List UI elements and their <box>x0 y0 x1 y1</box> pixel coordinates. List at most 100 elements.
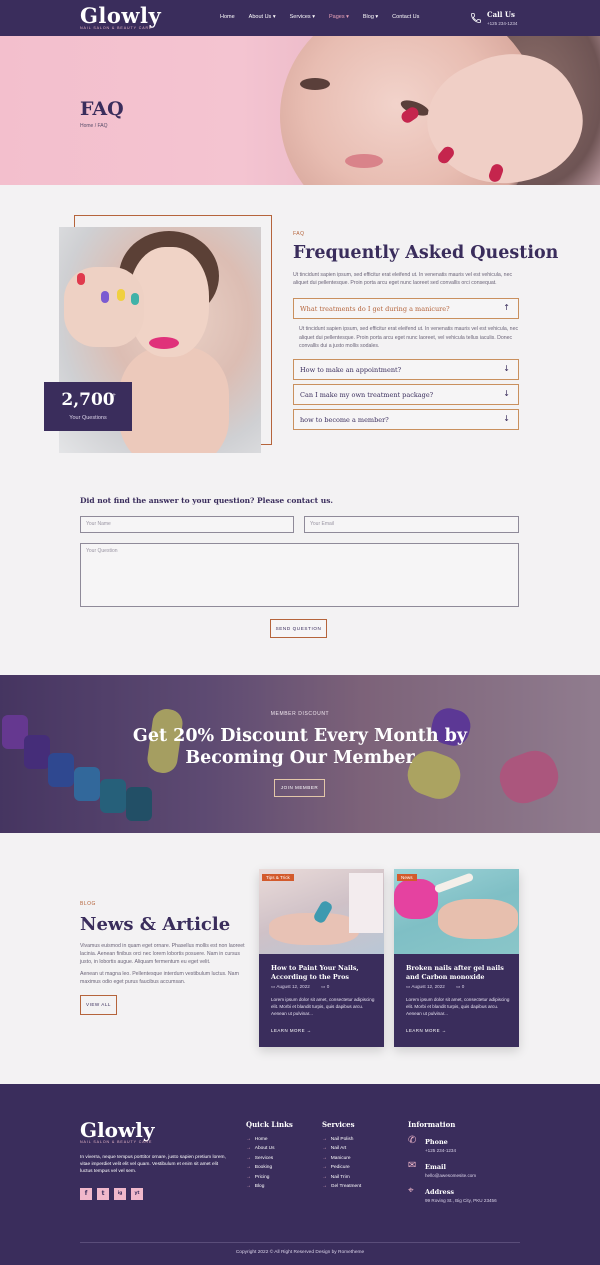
article-image <box>259 869 384 954</box>
breadcrumb[interactable]: Home / FAQ <box>80 123 108 129</box>
arrow-up-icon: ↑ <box>503 303 510 312</box>
join-member-button[interactable]: JOIN MEMBER <box>274 779 325 797</box>
article-title[interactable]: How to Paint Your Nails, According to th… <box>271 964 379 981</box>
learn-more-link[interactable]: LEARN MORE → <box>406 1028 447 1033</box>
comment-count: 0 <box>326 984 330 989</box>
email-label: Email <box>425 1163 446 1171</box>
model-nail <box>77 273 85 285</box>
email-value[interactable]: hello@awesomesite.com <box>425 1173 476 1178</box>
model-nail <box>131 293 139 305</box>
article-card[interactable]: News Broken nails after gel nails and Ca… <box>394 869 519 1047</box>
article-meta: ▭ August 12, 2022 ▭ 0 <box>406 984 464 990</box>
category-badge[interactable]: Tips & Trick <box>262 874 294 881</box>
quick-links-list: Home About Us Services Booking Pricing B… <box>246 1135 275 1191</box>
twitter-icon[interactable]: t <box>97 1188 109 1200</box>
instagram-icon[interactable]: ig <box>114 1188 126 1200</box>
call-number: +125 234-1234 <box>487 21 518 26</box>
logo-tagline: NAIL SALON & BEAUTY CARE <box>80 26 153 30</box>
nav-contact[interactable]: Contact Us <box>392 14 419 20</box>
footer-link-booking[interactable]: Booking <box>246 1163 275 1172</box>
faq-intro: Ut tincidunt sapien ipsum, sed efficitur… <box>293 272 513 286</box>
nav-about[interactable]: About Us ▾ <box>249 14 276 20</box>
location-icon: ⌖ <box>408 1185 414 1196</box>
apron-shape <box>349 873 383 933</box>
footer-service[interactable]: Nail Polish <box>322 1135 361 1144</box>
services-title: Services <box>322 1120 355 1129</box>
article-excerpt: Lorem ipsum dolor sit amet, consectetur … <box>271 997 375 1016</box>
name-field[interactable]: Your Name <box>80 516 294 533</box>
model-nail <box>101 291 109 303</box>
footer-link-blog[interactable]: Blog <box>246 1182 275 1191</box>
member-discount-banner: MEMBER DISCOUNT Get 20% Discount Every M… <box>0 675 600 833</box>
view-all-button[interactable]: VIEW ALL <box>80 995 117 1015</box>
counter-value: 2,700 <box>61 390 115 410</box>
promo-title-line: Get 20% Discount Every Month by <box>132 726 468 746</box>
email-icon: ✉ <box>408 1160 417 1171</box>
site-header: Glowly NAIL SALON & BEAUTY CARE Home Abo… <box>0 0 600 36</box>
counter-plus: + <box>112 391 116 399</box>
footer-service[interactable]: Nail Trim <box>322 1173 361 1182</box>
footer-service[interactable]: Gel Treatment <box>322 1182 361 1191</box>
youtube-icon[interactable]: yt <box>131 1188 143 1200</box>
hero-eye <box>300 78 330 90</box>
comment-count: 0 <box>461 984 465 989</box>
footer-link-services[interactable]: Services <box>246 1154 275 1163</box>
copyright: Copyright 2022 © All Right Reserved Desi… <box>235 1250 365 1255</box>
calendar-icon: ▭ <box>271 984 276 989</box>
nav-services[interactable]: Services ▾ <box>290 14 315 20</box>
footer-logo-tagline: NAIL SALON & BEAUTY CARE <box>80 1140 153 1144</box>
email-field[interactable]: Your Email <box>304 516 519 533</box>
footer-service[interactable]: Nail Art <box>322 1144 361 1153</box>
category-badge[interactable]: News <box>397 874 417 881</box>
logo[interactable]: Glowly <box>80 3 161 28</box>
footer-link-pricing[interactable]: Pricing <box>246 1173 275 1182</box>
facebook-icon[interactable]: f <box>80 1188 92 1200</box>
faq-question: how to become a member? <box>300 416 389 424</box>
learn-more-link[interactable]: LEARN MORE → <box>271 1028 312 1033</box>
footer-service[interactable]: Manicure <box>322 1154 361 1163</box>
article-title[interactable]: Broken nails after gel nails and Carbon … <box>406 964 514 981</box>
footer-about: In viverra, neque tempus porttitor ornar… <box>80 1155 226 1175</box>
phone-value[interactable]: +125 234-1234 <box>425 1148 456 1153</box>
arrow-down-icon: ↓ <box>503 389 510 398</box>
faq-item-package[interactable]: Can I make my own treatment package? ↓ <box>293 384 519 405</box>
footer-service[interactable]: Pedicure <box>322 1163 361 1172</box>
send-question-button[interactable]: SEND QUESTION <box>270 619 327 638</box>
faq-title: Frequently Asked Question <box>293 243 559 263</box>
main-nav: Home About Us ▾ Services ▾ Pages ▾ Blog … <box>220 14 433 20</box>
faq-item-appointment[interactable]: How to make an appointment? ↓ <box>293 359 519 380</box>
model-nail <box>117 289 125 301</box>
promo-title-line: Becoming Our Member <box>185 748 415 768</box>
quick-links-title: Quick Links <box>246 1120 293 1129</box>
model-lips <box>149 337 179 349</box>
news-paragraph: Vivamus euismod in quam eget ornare. Pha… <box>80 943 245 965</box>
news-paragraph: Aenean ut magna leo. Pellentesque interd… <box>80 971 239 985</box>
services-list: Nail Polish Nail Art Manicure Pedicure N… <box>322 1135 361 1191</box>
article-date: August 12, 2022 <box>276 984 310 989</box>
nav-pages[interactable]: Pages ▾ <box>329 14 349 20</box>
page-hero: FAQ Home / FAQ <box>0 36 600 185</box>
article-date: August 12, 2022 <box>411 984 445 989</box>
nav-blog[interactable]: Blog ▾ <box>363 14 378 20</box>
nav-home[interactable]: Home <box>220 14 235 20</box>
promo-title: Get 20% Discount Every Month by Becoming… <box>0 725 600 769</box>
question-textarea[interactable]: Your Question <box>80 543 519 607</box>
faq-question: How to make an appointment? <box>300 366 402 374</box>
footer-link-about[interactable]: About Us <box>246 1144 275 1153</box>
faq-question: What treatments do I get during a manicu… <box>300 305 450 313</box>
article-card[interactable]: Tips & Trick How to Paint Your Nails, Ac… <box>259 869 384 1047</box>
page-title: FAQ <box>80 98 124 120</box>
footer-logo[interactable]: Glowly <box>80 1118 154 1142</box>
article-meta: ▭ August 12, 2022 ▭ 0 <box>271 984 329 990</box>
faq-item-treatments[interactable]: What treatments do I get during a manicu… <box>293 298 519 319</box>
comment-icon: ▭ <box>456 984 461 989</box>
footer-link-home[interactable]: Home <box>246 1135 275 1144</box>
news-title: News & Article <box>80 914 231 935</box>
promo-eyebrow: MEMBER DISCOUNT <box>270 711 330 717</box>
contact-title: Did not find the answer to your question… <box>80 496 334 505</box>
faq-question: Can I make my own treatment package? <box>300 391 434 399</box>
faq-item-member[interactable]: how to become a member? ↓ <box>293 409 519 430</box>
footer-divider <box>80 1242 520 1243</box>
article-image <box>394 869 519 954</box>
arrow-down-icon: ↓ <box>503 414 510 423</box>
